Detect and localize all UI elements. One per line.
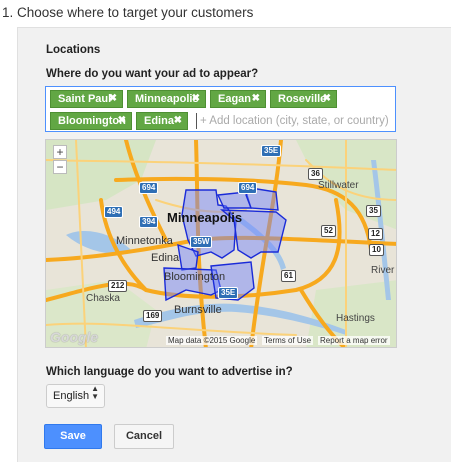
map-label-minneapolis: Minneapolis: [167, 210, 243, 225]
location-chip-minneapolis: Minneapolis ✖: [127, 90, 206, 108]
map-label-hastings: Hastings: [336, 313, 375, 324]
chip-label: Eagan: [218, 93, 252, 105]
locations-heading: Locations: [46, 44, 101, 56]
highway-35e-shield: 35E: [218, 287, 239, 299]
terms-of-use-link[interactable]: Terms of Use: [262, 336, 314, 345]
map-label-bloomington: Bloomington: [164, 271, 226, 283]
report-map-error-link[interactable]: Report a map error: [318, 336, 390, 345]
select-arrows-icon: ▲ ▼: [91, 384, 99, 401]
language-select[interactable]: English ▲ ▼: [46, 384, 105, 408]
highway-61-shield: 61: [281, 270, 296, 282]
map-data-credit: Map data ©2015 Google: [166, 336, 258, 345]
chip-label: Minneapolis: [135, 93, 199, 105]
highway-694-shield: 694: [139, 182, 159, 194]
highway-694-shield: 694: [238, 182, 258, 194]
cancel-button[interactable]: Cancel: [114, 424, 174, 449]
location-chip-edina: Edina ✖: [136, 112, 188, 130]
highway-35e-shield: 35E: [261, 145, 282, 157]
remove-chip-icon[interactable]: ✖: [252, 91, 260, 107]
remove-chip-icon[interactable]: ✖: [118, 113, 126, 129]
map-label-chaska: Chaska: [86, 293, 120, 304]
highway-12-shield: 12: [368, 228, 383, 240]
map-label-river: River: [371, 265, 395, 276]
chip-label: Roseville: [278, 93, 327, 105]
zoom-in-button[interactable]: +: [53, 145, 67, 159]
highway-394-shield: 394: [139, 216, 159, 228]
map-footer: Map data ©2015 Google Terms of Use Repor…: [46, 335, 396, 347]
remove-chip-icon[interactable]: ✖: [174, 113, 182, 129]
map-label-minnetonka: Minnetonka: [116, 235, 173, 247]
map-label-edina: Edina: [151, 252, 180, 264]
highway-169-shield: 169: [143, 310, 163, 322]
location-chip-saint-paul: Saint Paul ✖: [50, 90, 123, 108]
highway-52-shield: 52: [321, 225, 336, 237]
location-chip-eagan: Eagan ✖: [210, 90, 266, 108]
save-button[interactable]: Save: [44, 424, 102, 449]
locations-question: Where do you want your ad to appear?: [46, 68, 259, 80]
location-tag-input[interactable]: Saint Paul ✖ Minneapolis ✖ Eagan ✖ Rosev…: [45, 86, 396, 132]
add-location-input[interactable]: [196, 113, 393, 129]
language-question: Which language do you want to advertise …: [46, 366, 293, 378]
highway-10-shield: 10: [369, 244, 384, 256]
zoom-out-button[interactable]: −: [53, 160, 67, 174]
chip-label: Edina: [144, 115, 174, 127]
location-map[interactable]: + − Minneapolis Minnetonka Edina Bloomin…: [45, 139, 397, 348]
chip-label: Bloomington: [58, 115, 126, 127]
language-selected-value: English: [53, 390, 90, 402]
location-chip-bloomington: Bloomington ✖: [50, 112, 132, 130]
remove-chip-icon[interactable]: ✖: [323, 91, 331, 107]
highway-36-shield: 36: [308, 168, 323, 180]
highway-35-shield: 35: [366, 205, 381, 217]
highway-35w-shield: 35W: [190, 236, 213, 248]
step-title: 1. Choose where to target your customers: [2, 5, 254, 20]
location-chip-roseville: Roseville ✖: [270, 90, 337, 108]
chip-label: Saint Paul: [58, 93, 112, 105]
map-label-stillwater: Stillwater: [318, 180, 359, 191]
map-label-burnsville: Burnsville: [174, 304, 222, 316]
remove-chip-icon[interactable]: ✖: [192, 91, 200, 107]
remove-chip-icon[interactable]: ✖: [109, 91, 117, 107]
highway-212-shield: 212: [108, 280, 128, 292]
highway-494-shield: 494: [104, 206, 124, 218]
